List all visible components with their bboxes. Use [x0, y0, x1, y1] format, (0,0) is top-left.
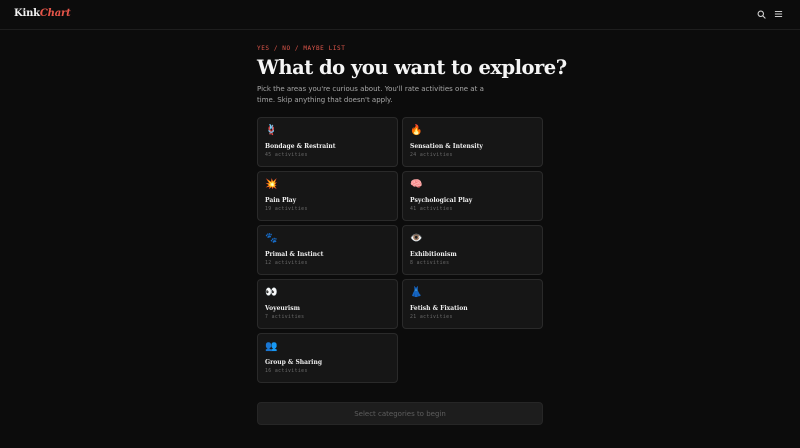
page-title: What do you want to explore?: [257, 56, 567, 79]
category-count: 16 activities: [265, 369, 308, 374]
category-card-primal[interactable]: 🐾 Primal & Instinct 12 activities: [257, 225, 398, 275]
paw-prints-icon: 🐾: [265, 233, 278, 244]
category-count: 41 activities: [410, 207, 453, 212]
category-card-psychological[interactable]: 🧠 Psychological Play 41 activities: [402, 171, 543, 221]
category-name: Psychological Play: [410, 197, 473, 204]
brain-icon: 🧠: [410, 179, 423, 190]
logo-text-kink: Kink: [14, 8, 40, 19]
category-card-voyeurism[interactable]: 👀 Voyeurism 7 activities: [257, 279, 398, 329]
rope-icon: 🪢: [265, 125, 278, 136]
category-card-fetish[interactable]: 👗 Fetish & Fixation 21 activities: [402, 279, 543, 329]
category-name: Bondage & Restraint: [265, 143, 336, 150]
menu-icon[interactable]: [772, 8, 784, 20]
category-card-group[interactable]: 👥 Group & Sharing 16 activities: [257, 333, 398, 383]
category-name: Pain Play: [265, 197, 297, 204]
category-name: Exhibitionism: [410, 251, 457, 258]
category-card-bondage[interactable]: 🪢 Bondage & Restraint 45 activities: [257, 117, 398, 167]
top-bar: KinkChart: [0, 0, 800, 30]
category-card-sensation[interactable]: 🔥 Sensation & Intensity 24 activities: [402, 117, 543, 167]
category-grid: 🪢 Bondage & Restraint 45 activities 🔥 Se…: [257, 117, 543, 383]
eyes-icon: 👀: [265, 287, 278, 298]
category-count: 12 activities: [265, 261, 308, 266]
category-count: 21 activities: [410, 315, 453, 320]
category-name: Voyeurism: [265, 305, 300, 312]
eye-icon: 👁️: [410, 233, 423, 244]
category-name: Fetish & Fixation: [410, 305, 468, 312]
category-count: 8 activities: [410, 261, 450, 266]
search-icon[interactable]: [755, 8, 767, 20]
category-name: Sensation & Intensity: [410, 143, 483, 150]
logo-text-chart: Chart: [39, 8, 71, 19]
logo[interactable]: KinkChart: [14, 8, 71, 19]
begin-button[interactable]: Select categories to begin: [257, 402, 543, 425]
collision-icon: 💥: [265, 179, 278, 190]
category-name: Primal & Instinct: [265, 251, 324, 258]
category-name: Group & Sharing: [265, 359, 323, 366]
category-count: 24 activities: [410, 153, 453, 158]
dress-icon: 👗: [410, 287, 423, 298]
category-count: 19 activities: [265, 207, 308, 212]
category-card-exhibitionism[interactable]: 👁️ Exhibitionism 8 activities: [402, 225, 543, 275]
people-icon: 👥: [265, 341, 278, 352]
category-count: 7 activities: [265, 315, 305, 320]
page-subtitle: Pick the areas you're curious about. You…: [257, 85, 484, 104]
fire-icon: 🔥: [410, 125, 423, 136]
category-count: 45 activities: [265, 153, 308, 158]
eyebrow-label: YES / NO / MAYBE LIST: [257, 45, 346, 52]
category-card-pain[interactable]: 💥 Pain Play 19 activities: [257, 171, 398, 221]
